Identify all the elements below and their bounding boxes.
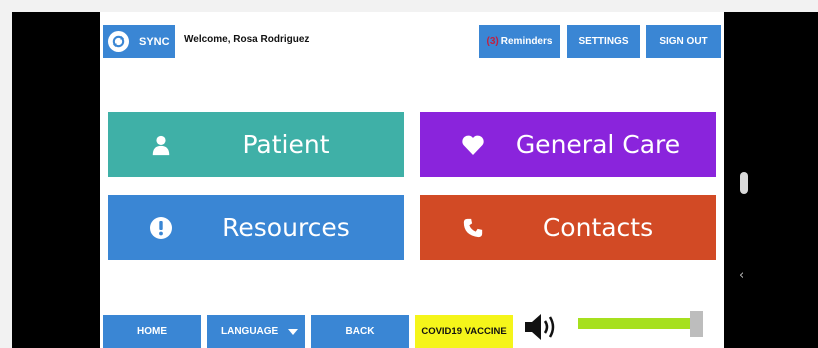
device-frame: ‹ SYNC Welcome, Rosa Rodriguez (3) Remin… bbox=[0, 0, 818, 348]
phone-icon bbox=[460, 215, 486, 241]
back-chevron-icon[interactable]: ‹ bbox=[739, 268, 744, 283]
right-bezel bbox=[724, 12, 818, 348]
app-screen: SYNC Welcome, Rosa Rodriguez (3) Reminde… bbox=[100, 12, 724, 348]
reminders-button[interactable]: (3) Reminders bbox=[479, 25, 560, 58]
language-select[interactable]: LANGUAGE bbox=[207, 315, 305, 348]
home-button[interactable]: HOME bbox=[103, 315, 201, 348]
heart-icon bbox=[460, 132, 486, 158]
general-care-tile[interactable]: General Care bbox=[420, 112, 716, 177]
exclamation-icon bbox=[148, 215, 174, 241]
sync-icon bbox=[108, 31, 129, 52]
speaker-icon[interactable] bbox=[523, 312, 559, 342]
sign-out-button[interactable]: SIGN OUT bbox=[646, 25, 721, 58]
welcome-text: Welcome, Rosa Rodriguez bbox=[184, 34, 310, 45]
user-icon bbox=[148, 132, 174, 158]
language-label: LANGUAGE bbox=[221, 326, 279, 337]
contacts-tile[interactable]: Contacts bbox=[420, 195, 716, 260]
back-button[interactable]: BACK bbox=[311, 315, 409, 348]
volume-slider-thumb[interactable] bbox=[690, 311, 704, 337]
chevron-down-icon bbox=[288, 329, 298, 335]
left-bezel bbox=[12, 12, 100, 348]
nav-handle[interactable] bbox=[740, 172, 748, 194]
resources-tile[interactable]: Resources bbox=[108, 195, 404, 260]
reminders-label: Reminders bbox=[500, 36, 553, 47]
settings-button[interactable]: SETTINGS bbox=[567, 25, 640, 58]
sync-label: SYNC bbox=[139, 35, 170, 48]
sync-button[interactable]: SYNC bbox=[103, 25, 175, 58]
reminders-count: (3) bbox=[486, 36, 499, 47]
covid-vaccine-button[interactable]: COVID19 VACCINE bbox=[415, 315, 513, 348]
patient-tile[interactable]: Patient bbox=[108, 112, 404, 177]
volume-slider-track[interactable] bbox=[578, 318, 700, 329]
